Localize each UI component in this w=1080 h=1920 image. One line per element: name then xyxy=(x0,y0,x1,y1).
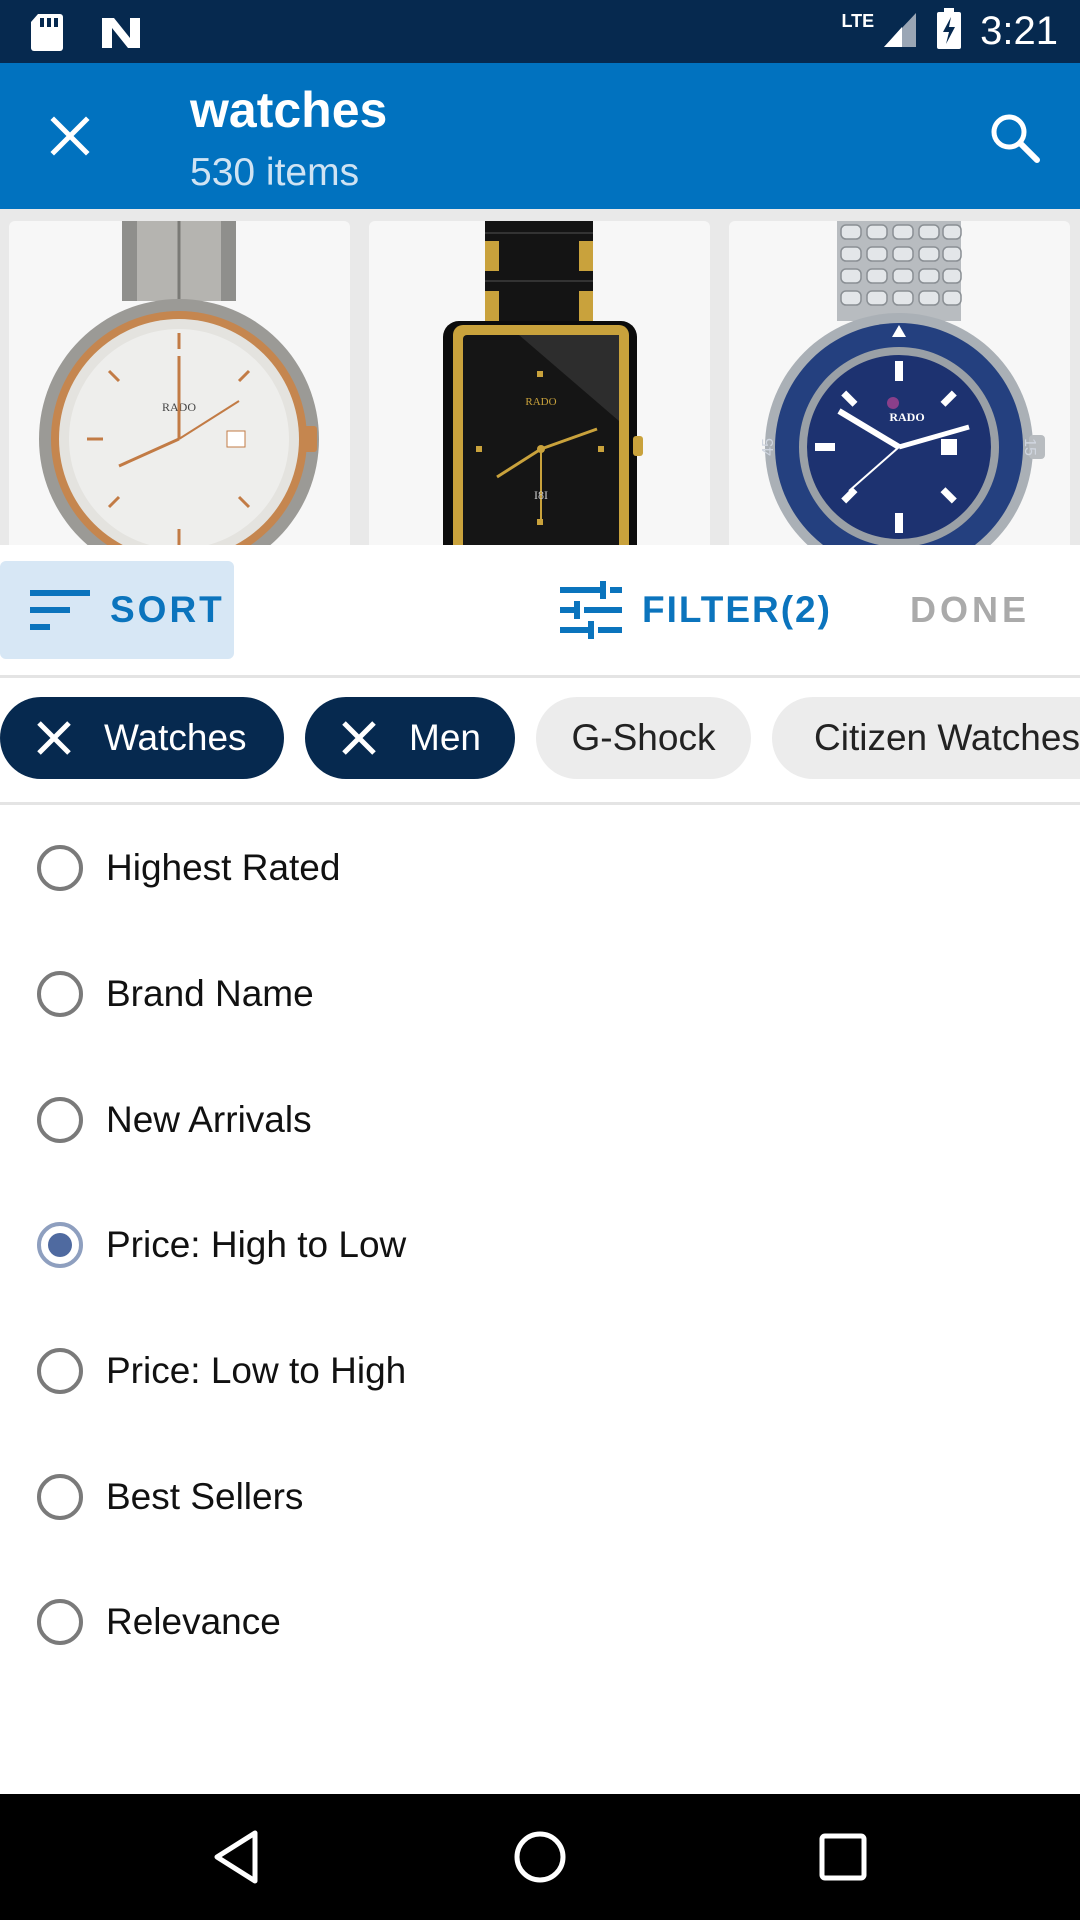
sort-option-best-sellers[interactable]: Best Sellers xyxy=(0,1447,1080,1547)
watch-image: 45 15 RADO xyxy=(760,221,1045,545)
sort-label: SORT xyxy=(110,589,225,630)
svg-text:I8I: I8I xyxy=(534,488,548,502)
radio-button[interactable] xyxy=(37,1348,83,1394)
sd-card-icon xyxy=(30,12,64,57)
chip-label: Watches xyxy=(104,717,247,758)
svg-text:45: 45 xyxy=(760,438,777,456)
search-button[interactable] xyxy=(980,103,1050,173)
chip-label: G-Shock xyxy=(571,717,716,758)
battery-icon xyxy=(936,8,962,55)
navigation-bar xyxy=(0,1794,1080,1920)
sort-option-brand-name[interactable]: Brand Name xyxy=(0,944,1080,1044)
sort-option-highest-rated[interactable]: Highest Rated xyxy=(0,818,1080,918)
watch-brand-text: RADO xyxy=(525,396,556,408)
recents-square-icon xyxy=(819,1833,867,1881)
home-button[interactable] xyxy=(507,1824,573,1890)
watch-brand-text: RADO xyxy=(889,410,924,424)
option-label: Best Sellers xyxy=(106,1476,304,1517)
sort-filter-bar: SORT FILTER(2) DONE xyxy=(0,545,1080,678)
product-card[interactable]: RADO xyxy=(9,221,350,545)
filter-chips: Watches Men G-Shock Citizen Watches xyxy=(0,678,1080,805)
n-logo-icon xyxy=(100,12,142,57)
close-icon xyxy=(50,116,90,156)
chip-watches[interactable]: Watches xyxy=(0,697,284,779)
option-label: New Arrivals xyxy=(106,1099,312,1140)
remove-chip-icon[interactable] xyxy=(34,718,74,758)
radio-button[interactable] xyxy=(37,1097,83,1143)
product-carousel[interactable]: RADO I8I 45 15 RADO xyxy=(0,209,1080,545)
sort-icon xyxy=(30,590,90,630)
radio-button[interactable] xyxy=(37,1599,83,1645)
radio-button[interactable] xyxy=(37,845,83,891)
item-count: 530 items xyxy=(190,151,360,194)
app-bar: watches 530 items xyxy=(0,63,1080,209)
product-card[interactable]: 45 15 RADO xyxy=(729,221,1070,545)
page-title: watches xyxy=(190,82,388,138)
radio-button[interactable] xyxy=(37,971,83,1017)
chip-g-shock[interactable]: G-Shock xyxy=(536,697,751,779)
option-label: Price: Low to High xyxy=(106,1350,407,1391)
search-icon xyxy=(991,114,1040,163)
signal-icon xyxy=(882,9,918,54)
chip-label: Citizen Watches xyxy=(814,717,1080,758)
sort-option-relevance[interactable]: Relevance xyxy=(0,1572,1080,1672)
option-label: Relevance xyxy=(106,1601,281,1642)
sort-option-price-low-to-high[interactable]: Price: Low to High xyxy=(0,1321,1080,1421)
remove-chip-icon[interactable] xyxy=(339,718,379,758)
chip-citizen-watches[interactable]: Citizen Watches xyxy=(772,697,1080,779)
option-label: Price: High to Low xyxy=(106,1224,407,1265)
svg-text:15: 15 xyxy=(1021,438,1038,456)
recents-button[interactable] xyxy=(810,1824,876,1890)
back-triangle-icon xyxy=(214,1830,258,1884)
chip-label: Men xyxy=(409,717,481,758)
chip-men[interactable]: Men xyxy=(305,697,515,779)
done-button[interactable]: DONE xyxy=(910,589,1030,631)
sort-option-new-arrivals[interactable]: New Arrivals xyxy=(0,1070,1080,1170)
sort-button[interactable]: SORT xyxy=(0,561,234,659)
watch-image: RADO I8I xyxy=(443,221,643,545)
clock: 3:21 xyxy=(980,9,1058,53)
network-type: LTE xyxy=(841,11,875,31)
option-label: Brand Name xyxy=(106,973,314,1014)
filter-label: FILTER(2) xyxy=(642,589,832,630)
option-label: Highest Rated xyxy=(106,847,341,888)
watch-image: RADO xyxy=(39,221,319,545)
sort-option-price-high-to-low[interactable]: Price: High to Low xyxy=(0,1195,1080,1295)
filter-button[interactable]: FILTER(2) xyxy=(560,581,832,639)
radio-button[interactable] xyxy=(37,1474,83,1520)
product-card[interactable]: RADO I8I xyxy=(369,221,710,545)
filter-sliders-icon xyxy=(560,581,622,639)
status-bar: LTE 3:21 xyxy=(0,0,1080,63)
back-button[interactable] xyxy=(203,1824,269,1890)
radio-button-selected[interactable] xyxy=(37,1222,83,1268)
close-button[interactable] xyxy=(40,106,100,166)
home-circle-icon xyxy=(514,1831,566,1883)
